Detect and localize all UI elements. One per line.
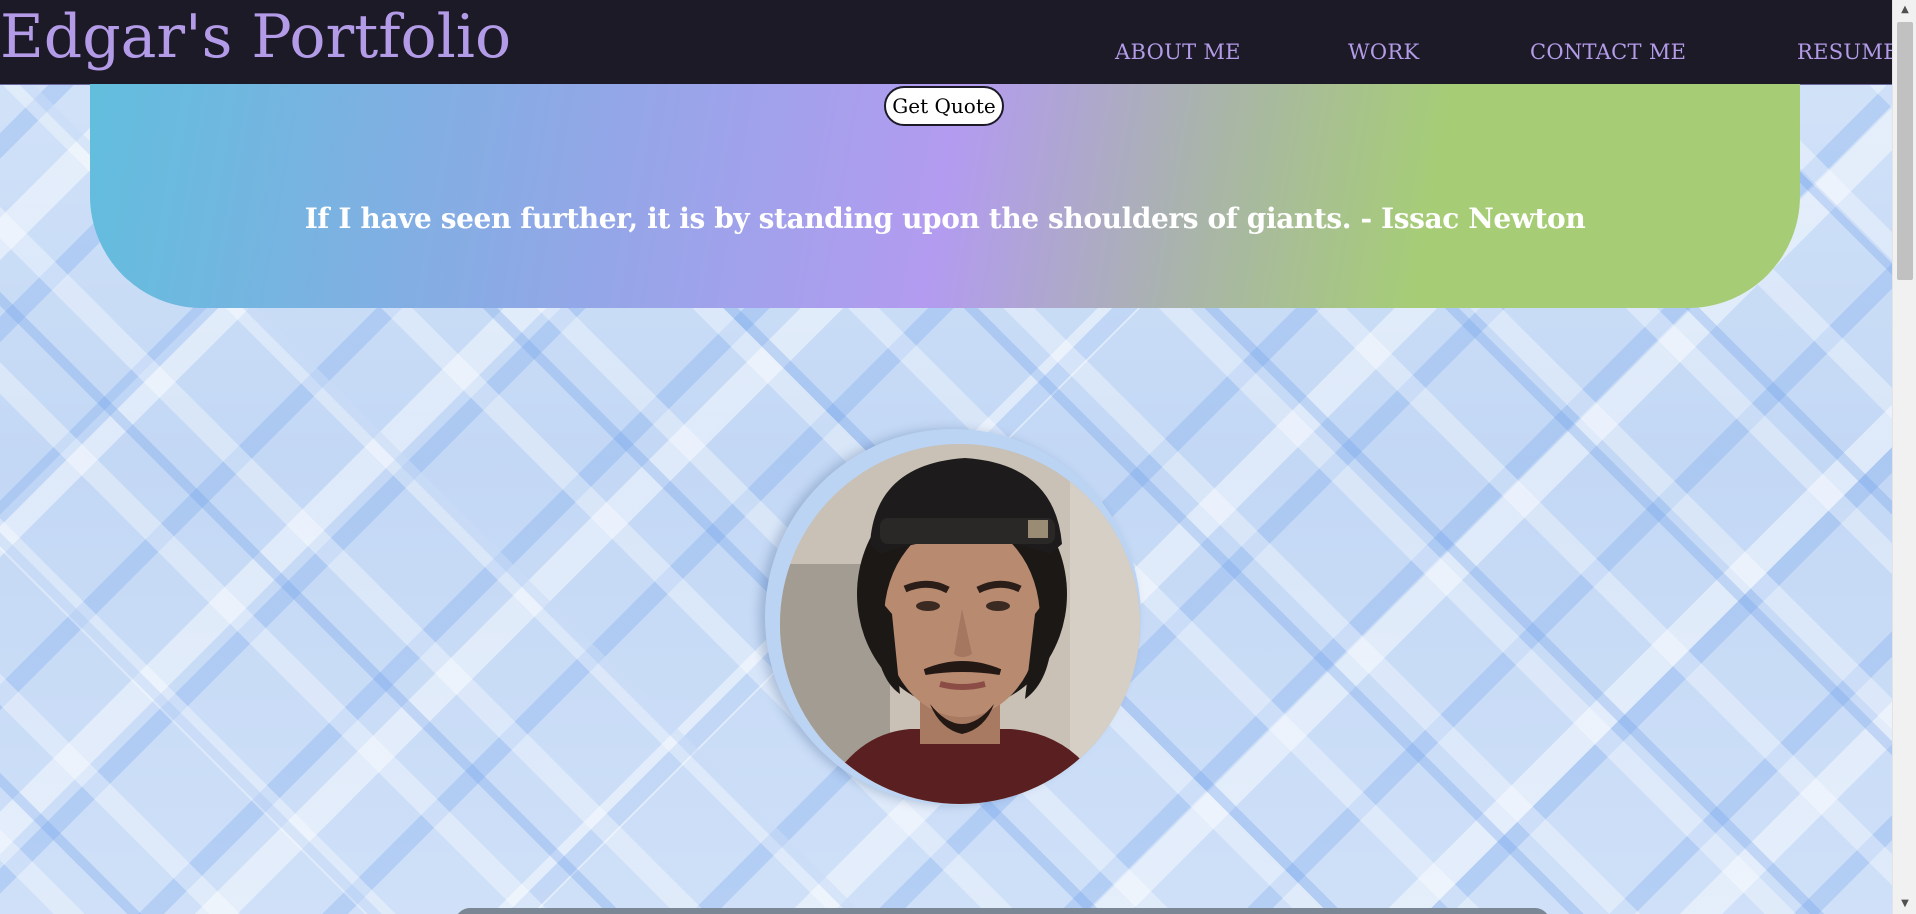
nav-resume[interactable]: RESUME — [1797, 40, 1899, 64]
profile-photo-illustration — [780, 444, 1140, 804]
page: Edgar's Portfolio ABOUT ME WORK CONTACT … — [0, 0, 1916, 914]
nav-about-me[interactable]: ABOUT ME — [1115, 40, 1241, 64]
nav-contact-me[interactable]: CONTACT ME — [1530, 40, 1686, 64]
nav-work[interactable]: WORK — [1348, 40, 1420, 64]
chevron-down-icon[interactable]: ▼ — [1893, 894, 1916, 914]
main-nav: ABOUT ME WORK CONTACT ME RESUME — [0, 40, 1899, 70]
chevron-up-icon[interactable]: ▲ — [1893, 0, 1916, 20]
page-scrollbar[interactable]: ▲ ▼ — [1892, 0, 1916, 914]
top-navbar: Edgar's Portfolio ABOUT ME WORK CONTACT … — [0, 0, 1899, 85]
quote-text: If I have seen further, it is by standin… — [304, 202, 1586, 235]
profile-photo — [780, 444, 1140, 804]
profile-photo-frame — [765, 429, 1141, 805]
quote-banner: Get Quote If I have seen further, it is … — [90, 84, 1800, 308]
get-quote-button[interactable]: Get Quote — [884, 86, 1004, 126]
next-section-card — [455, 908, 1550, 914]
scrollbar-thumb[interactable] — [1897, 22, 1913, 280]
